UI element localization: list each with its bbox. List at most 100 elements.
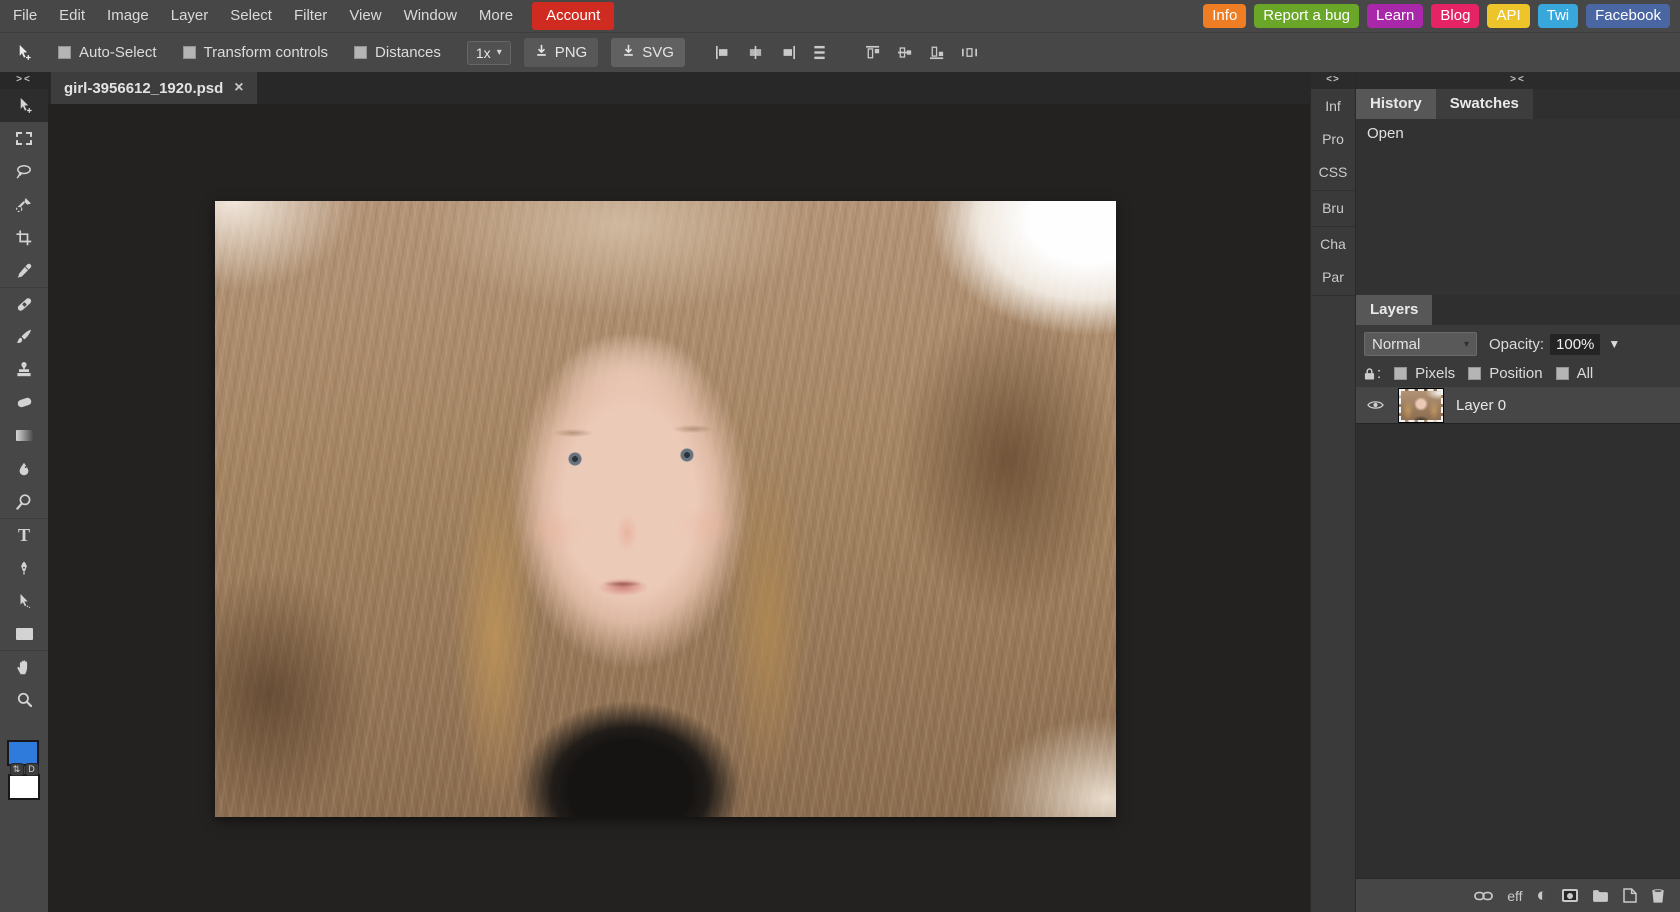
panel-tab-css[interactable]: CSS <box>1311 156 1355 189</box>
swap-colors-button[interactable]: ⇅ <box>10 763 24 776</box>
blend-mode-value: Normal <box>1372 336 1420 353</box>
checkbox-position[interactable] <box>1468 367 1481 380</box>
checkbox-transform-controls[interactable] <box>183 46 196 59</box>
menu-select[interactable]: Select <box>219 0 283 32</box>
pen-tool[interactable] <box>0 551 48 584</box>
align-middle-icon[interactable] <box>897 45 914 60</box>
link-info[interactable]: Info <box>1203 4 1246 28</box>
menu-view[interactable]: View <box>338 0 392 32</box>
lock-separator: : <box>1377 365 1381 382</box>
account-button[interactable]: Account <box>532 2 614 30</box>
menu-edit[interactable]: Edit <box>48 0 96 32</box>
folder-icon[interactable] <box>1592 889 1609 903</box>
link-facebook[interactable]: Facebook <box>1586 4 1670 28</box>
adjustment-icon[interactable]: ◐ <box>1537 886 1548 905</box>
panel-tab-pro[interactable]: Pro <box>1311 123 1355 156</box>
chevron-down-icon: ▾ <box>497 47 502 58</box>
panel-tab-par[interactable]: Par <box>1311 261 1355 294</box>
option-distances[interactable]: Distances <box>354 44 441 61</box>
crop-tool[interactable] <box>0 221 48 254</box>
export-scale-select[interactable]: 1x ▾ <box>467 41 511 65</box>
opacity-input[interactable]: 100% <box>1550 334 1600 355</box>
rectangle-tool[interactable] <box>0 617 48 650</box>
link-learn[interactable]: Learn <box>1367 4 1423 28</box>
brush-tool[interactable] <box>0 320 48 353</box>
rectangle-select-tool[interactable] <box>0 122 48 155</box>
panel-tab-bru[interactable]: Bru <box>1311 192 1355 225</box>
layers-panel-tabs: Layers <box>1356 295 1680 325</box>
document-tab[interactable]: girl-3956612_1920.psd × <box>51 72 257 104</box>
menu-window[interactable]: Window <box>393 0 468 32</box>
eyedropper-tool[interactable] <box>0 254 48 287</box>
checkbox-auto-select[interactable] <box>58 46 71 59</box>
tab-layers[interactable]: Layers <box>1356 295 1432 325</box>
link-blog[interactable]: Blog <box>1431 4 1479 28</box>
link-api[interactable]: API <box>1487 4 1529 28</box>
layers-controls: Normal ▾ Opacity: 100% ▼ : PixelsPositio… <box>1356 325 1680 390</box>
option-auto-select[interactable]: Auto-Select <box>58 44 157 61</box>
export-svg-button[interactable]: SVG <box>611 38 685 67</box>
menu-filter[interactable]: Filter <box>283 0 338 32</box>
document-image[interactable] <box>215 201 1116 817</box>
delete-icon[interactable] <box>1651 888 1665 903</box>
visibility-eye-icon[interactable] <box>1367 399 1384 411</box>
path-select-tool[interactable] <box>0 584 48 617</box>
checkbox-all[interactable] <box>1556 367 1569 380</box>
lock-all[interactable]: All <box>1556 365 1594 382</box>
zoom-tool[interactable] <box>0 683 48 716</box>
spot-heal-tool[interactable] <box>0 287 48 320</box>
opacity-dropdown-icon[interactable]: ▼ <box>1608 337 1620 351</box>
lock-position[interactable]: Position <box>1468 365 1542 382</box>
dodge-tool[interactable] <box>0 485 48 518</box>
menu-layer[interactable]: Layer <box>160 0 220 32</box>
hand-tool[interactable] <box>0 650 48 683</box>
mask-icon[interactable] <box>1562 889 1578 902</box>
option-label: Auto-Select <box>79 44 157 61</box>
tab-swatches[interactable]: Swatches <box>1436 89 1533 119</box>
type-tool[interactable]: T <box>0 518 48 551</box>
toolstrip-collapse[interactable]: >< <box>0 72 48 89</box>
align-right-icon[interactable] <box>779 45 796 60</box>
export-png-button[interactable]: PNG <box>524 38 599 67</box>
lock-pixels[interactable]: Pixels <box>1394 365 1455 382</box>
rightpanel-collapse[interactable]: >< <box>1356 72 1680 89</box>
lasso-select-tool[interactable] <box>0 155 48 188</box>
option-transform-controls[interactable]: Transform controls <box>183 44 328 61</box>
quick-select-tool[interactable] <box>0 188 48 221</box>
layers-panel: Layers Normal ▾ Opacity: 100% ▼ : Pixels… <box>1356 295 1680 912</box>
history-item[interactable]: Open <box>1356 119 1680 149</box>
tab-history[interactable]: History <box>1356 89 1436 119</box>
link-icon[interactable] <box>1474 890 1493 902</box>
panel-tab-cha[interactable]: Cha <box>1311 228 1355 261</box>
layer-row[interactable]: Layer 0 <box>1356 387 1680 424</box>
path-select-icon <box>17 594 31 608</box>
collapsed-panel-tabs: InfProCSSBruChaPar <box>1311 89 1355 296</box>
marquee-icon <box>16 132 32 145</box>
blend-mode-select[interactable]: Normal ▾ <box>1364 332 1477 356</box>
blur-tool[interactable] <box>0 452 48 485</box>
checkbox-distances[interactable] <box>354 46 367 59</box>
new-layer-icon[interactable] <box>1623 888 1637 903</box>
link-report-a-bug[interactable]: Report a bug <box>1254 4 1359 28</box>
distribute-horizontal-icon[interactable] <box>961 45 978 60</box>
distribute-vertical-icon[interactable] <box>811 45 828 60</box>
panel-tab-inf[interactable]: Inf <box>1311 90 1355 123</box>
background-color-swatch[interactable] <box>8 774 40 800</box>
eraser-tool[interactable] <box>0 386 48 419</box>
default-colors-button[interactable]: D <box>25 763 39 776</box>
align-bottom-icon[interactable] <box>929 45 946 60</box>
link-twi[interactable]: Twi <box>1538 4 1579 28</box>
menu-image[interactable]: Image <box>96 0 160 32</box>
effects-button[interactable]: eff <box>1507 888 1522 904</box>
menu-more[interactable]: More <box>468 0 524 32</box>
align-center-horizontal-icon[interactable] <box>747 45 764 60</box>
gradient-tool[interactable] <box>0 419 48 452</box>
align-top-icon[interactable] <box>865 45 882 60</box>
close-tab-icon[interactable]: × <box>234 79 243 97</box>
move-tool[interactable] <box>0 89 48 122</box>
checkbox-pixels[interactable] <box>1394 367 1407 380</box>
clone-stamp-tool[interactable] <box>0 353 48 386</box>
panelstrip-collapse[interactable]: <> <box>1311 72 1355 89</box>
align-left-icon[interactable] <box>715 45 732 60</box>
menu-file[interactable]: File <box>2 0 48 32</box>
